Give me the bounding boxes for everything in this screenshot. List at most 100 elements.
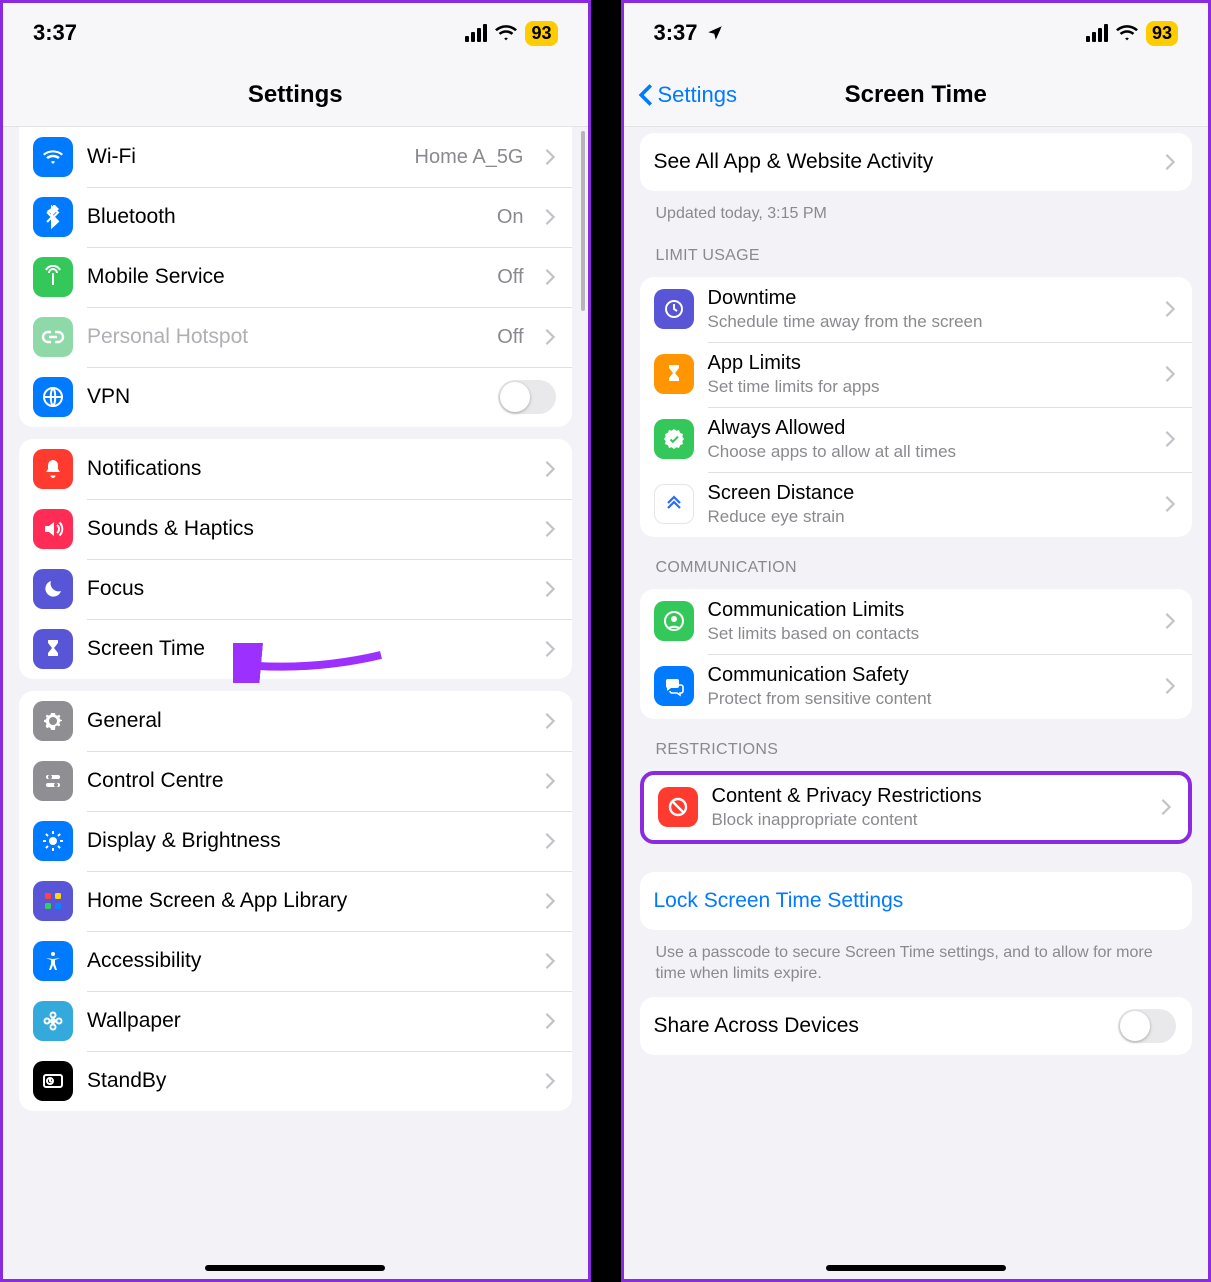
chevron-right-icon	[544, 772, 556, 790]
distance-icon	[654, 484, 694, 524]
chevron-right-icon	[544, 460, 556, 478]
focus-label: Focus	[87, 577, 530, 601]
gear-icon	[33, 701, 73, 741]
status-time: 3:37	[33, 20, 77, 46]
app-limits-row[interactable]: App Limits Set time limits for apps	[640, 342, 1193, 407]
bluetooth-icon	[33, 197, 73, 237]
control-centre-label: Control Centre	[87, 769, 530, 793]
chevron-right-icon	[544, 832, 556, 850]
content-privacy-label: Content & Privacy Restrictions	[712, 785, 1147, 808]
general-label: General	[87, 709, 530, 733]
share-devices-toggle[interactable]	[1118, 1009, 1176, 1043]
chevron-right-icon	[544, 328, 556, 346]
chevron-right-icon	[544, 148, 556, 166]
sun-icon	[33, 821, 73, 861]
accessibility-label: Accessibility	[87, 949, 530, 973]
settings-screenshot: 3:37 93 Settings	[0, 0, 591, 1282]
communication-group: Communication Limits Set limits based on…	[640, 589, 1193, 719]
page-title: Settings	[248, 81, 343, 109]
always-allowed-label: Always Allowed	[708, 417, 1151, 440]
antenna-icon	[33, 257, 73, 297]
content-privacy-sub: Block inappropriate content	[712, 810, 1147, 830]
chevron-right-icon	[544, 1012, 556, 1030]
accessibility-icon	[33, 941, 73, 981]
globe-icon	[33, 377, 73, 417]
app-grid-icon	[33, 881, 73, 921]
home-screen-label: Home Screen & App Library	[87, 889, 530, 913]
downtime-sub: Schedule time away from the screen	[708, 312, 1151, 332]
person-circle-icon	[654, 601, 694, 641]
screen-time-row[interactable]: Screen Time	[19, 619, 572, 679]
notifications-row[interactable]: Notifications	[19, 439, 572, 499]
communication-limits-row[interactable]: Communication Limits Set limits based on…	[640, 589, 1193, 654]
battery-indicator: 93	[525, 21, 557, 46]
chevron-right-icon	[1164, 300, 1176, 318]
standby-row[interactable]: StandBy	[19, 1051, 572, 1111]
share-devices-row[interactable]: Share Across Devices	[640, 997, 1193, 1055]
screen-time-label: Screen Time	[87, 637, 530, 661]
bell-icon	[33, 449, 73, 489]
communication-safety-label: Communication Safety	[708, 664, 1151, 687]
personal-hotspot-label: Personal Hotspot	[87, 325, 483, 349]
personal-hotspot-row[interactable]: Personal Hotspot Off	[19, 307, 572, 367]
accessibility-row[interactable]: Accessibility	[19, 931, 572, 991]
chevron-right-icon	[544, 268, 556, 286]
app-limits-label: App Limits	[708, 352, 1151, 375]
display-brightness-row[interactable]: Display & Brightness	[19, 811, 572, 871]
chevron-right-icon	[1164, 153, 1176, 171]
wifi-row[interactable]: Wi-Fi Home A_5G	[19, 127, 572, 187]
share-devices-label: Share Across Devices	[654, 1014, 1105, 1038]
mobile-service-label: Mobile Service	[87, 265, 483, 289]
see-all-activity-row[interactable]: See All App & Website Activity	[640, 133, 1193, 191]
screen-distance-row[interactable]: Screen Distance Reduce eye strain	[640, 472, 1193, 537]
chevron-right-icon	[544, 208, 556, 226]
content-privacy-row[interactable]: Content & Privacy Restrictions Block ina…	[644, 775, 1189, 840]
mobile-service-row[interactable]: Mobile Service Off	[19, 247, 572, 307]
wifi-value: Home A_5G	[415, 146, 524, 169]
activity-group: See All App & Website Activity	[640, 133, 1193, 191]
always-allowed-row[interactable]: Always Allowed Choose apps to allow at a…	[640, 407, 1193, 472]
mobile-service-value: Off	[497, 266, 523, 289]
chevron-right-icon	[1164, 677, 1176, 695]
chevron-right-icon	[544, 712, 556, 730]
scrollbar[interactable]	[581, 131, 585, 311]
general-row[interactable]: General	[19, 691, 572, 751]
restrictions-group: Content & Privacy Restrictions Block ina…	[640, 771, 1193, 844]
communication-safety-row[interactable]: Communication Safety Protect from sensit…	[640, 654, 1193, 719]
bluetooth-row[interactable]: Bluetooth On	[19, 187, 572, 247]
home-indicator[interactable]	[205, 1265, 385, 1271]
moon-icon	[33, 569, 73, 609]
vpn-row[interactable]: VPN	[19, 367, 572, 427]
sounds-haptics-row[interactable]: Sounds & Haptics	[19, 499, 572, 559]
limit-usage-group: Downtime Schedule time away from the scr…	[640, 277, 1193, 537]
chevron-left-icon	[638, 83, 654, 107]
lock-group: Lock Screen Time Settings	[640, 872, 1193, 930]
lock-screen-time-row[interactable]: Lock Screen Time Settings	[640, 872, 1193, 930]
wallpaper-row[interactable]: Wallpaper	[19, 991, 572, 1051]
back-label: Settings	[658, 82, 738, 108]
chevron-right-icon	[1164, 612, 1176, 630]
sounds-label: Sounds & Haptics	[87, 517, 530, 541]
downtime-icon	[654, 289, 694, 329]
home-screen-row[interactable]: Home Screen & App Library	[19, 871, 572, 931]
control-centre-row[interactable]: Control Centre	[19, 751, 572, 811]
screen-time-screenshot: 3:37 93 Settings Screen Time	[621, 0, 1211, 1282]
downtime-label: Downtime	[708, 287, 1151, 310]
cellular-signal-icon	[1086, 24, 1108, 42]
communication-limits-label: Communication Limits	[708, 599, 1151, 622]
wifi-icon	[495, 24, 517, 42]
display-brightness-label: Display & Brightness	[87, 829, 530, 853]
chevron-right-icon	[1164, 430, 1176, 448]
focus-row[interactable]: Focus	[19, 559, 572, 619]
screen-distance-sub: Reduce eye strain	[708, 507, 1151, 527]
chevron-right-icon	[544, 1072, 556, 1090]
wifi-icon	[1116, 24, 1138, 42]
nav-bar: Settings Screen Time	[624, 63, 1209, 127]
communication-safety-sub: Protect from sensitive content	[708, 689, 1151, 709]
downtime-row[interactable]: Downtime Schedule time away from the scr…	[640, 277, 1193, 342]
vpn-toggle[interactable]	[498, 380, 556, 414]
back-button[interactable]: Settings	[638, 82, 738, 108]
sliders-icon	[33, 761, 73, 801]
status-bar: 3:37 93	[3, 3, 588, 63]
home-indicator[interactable]	[826, 1265, 1006, 1271]
